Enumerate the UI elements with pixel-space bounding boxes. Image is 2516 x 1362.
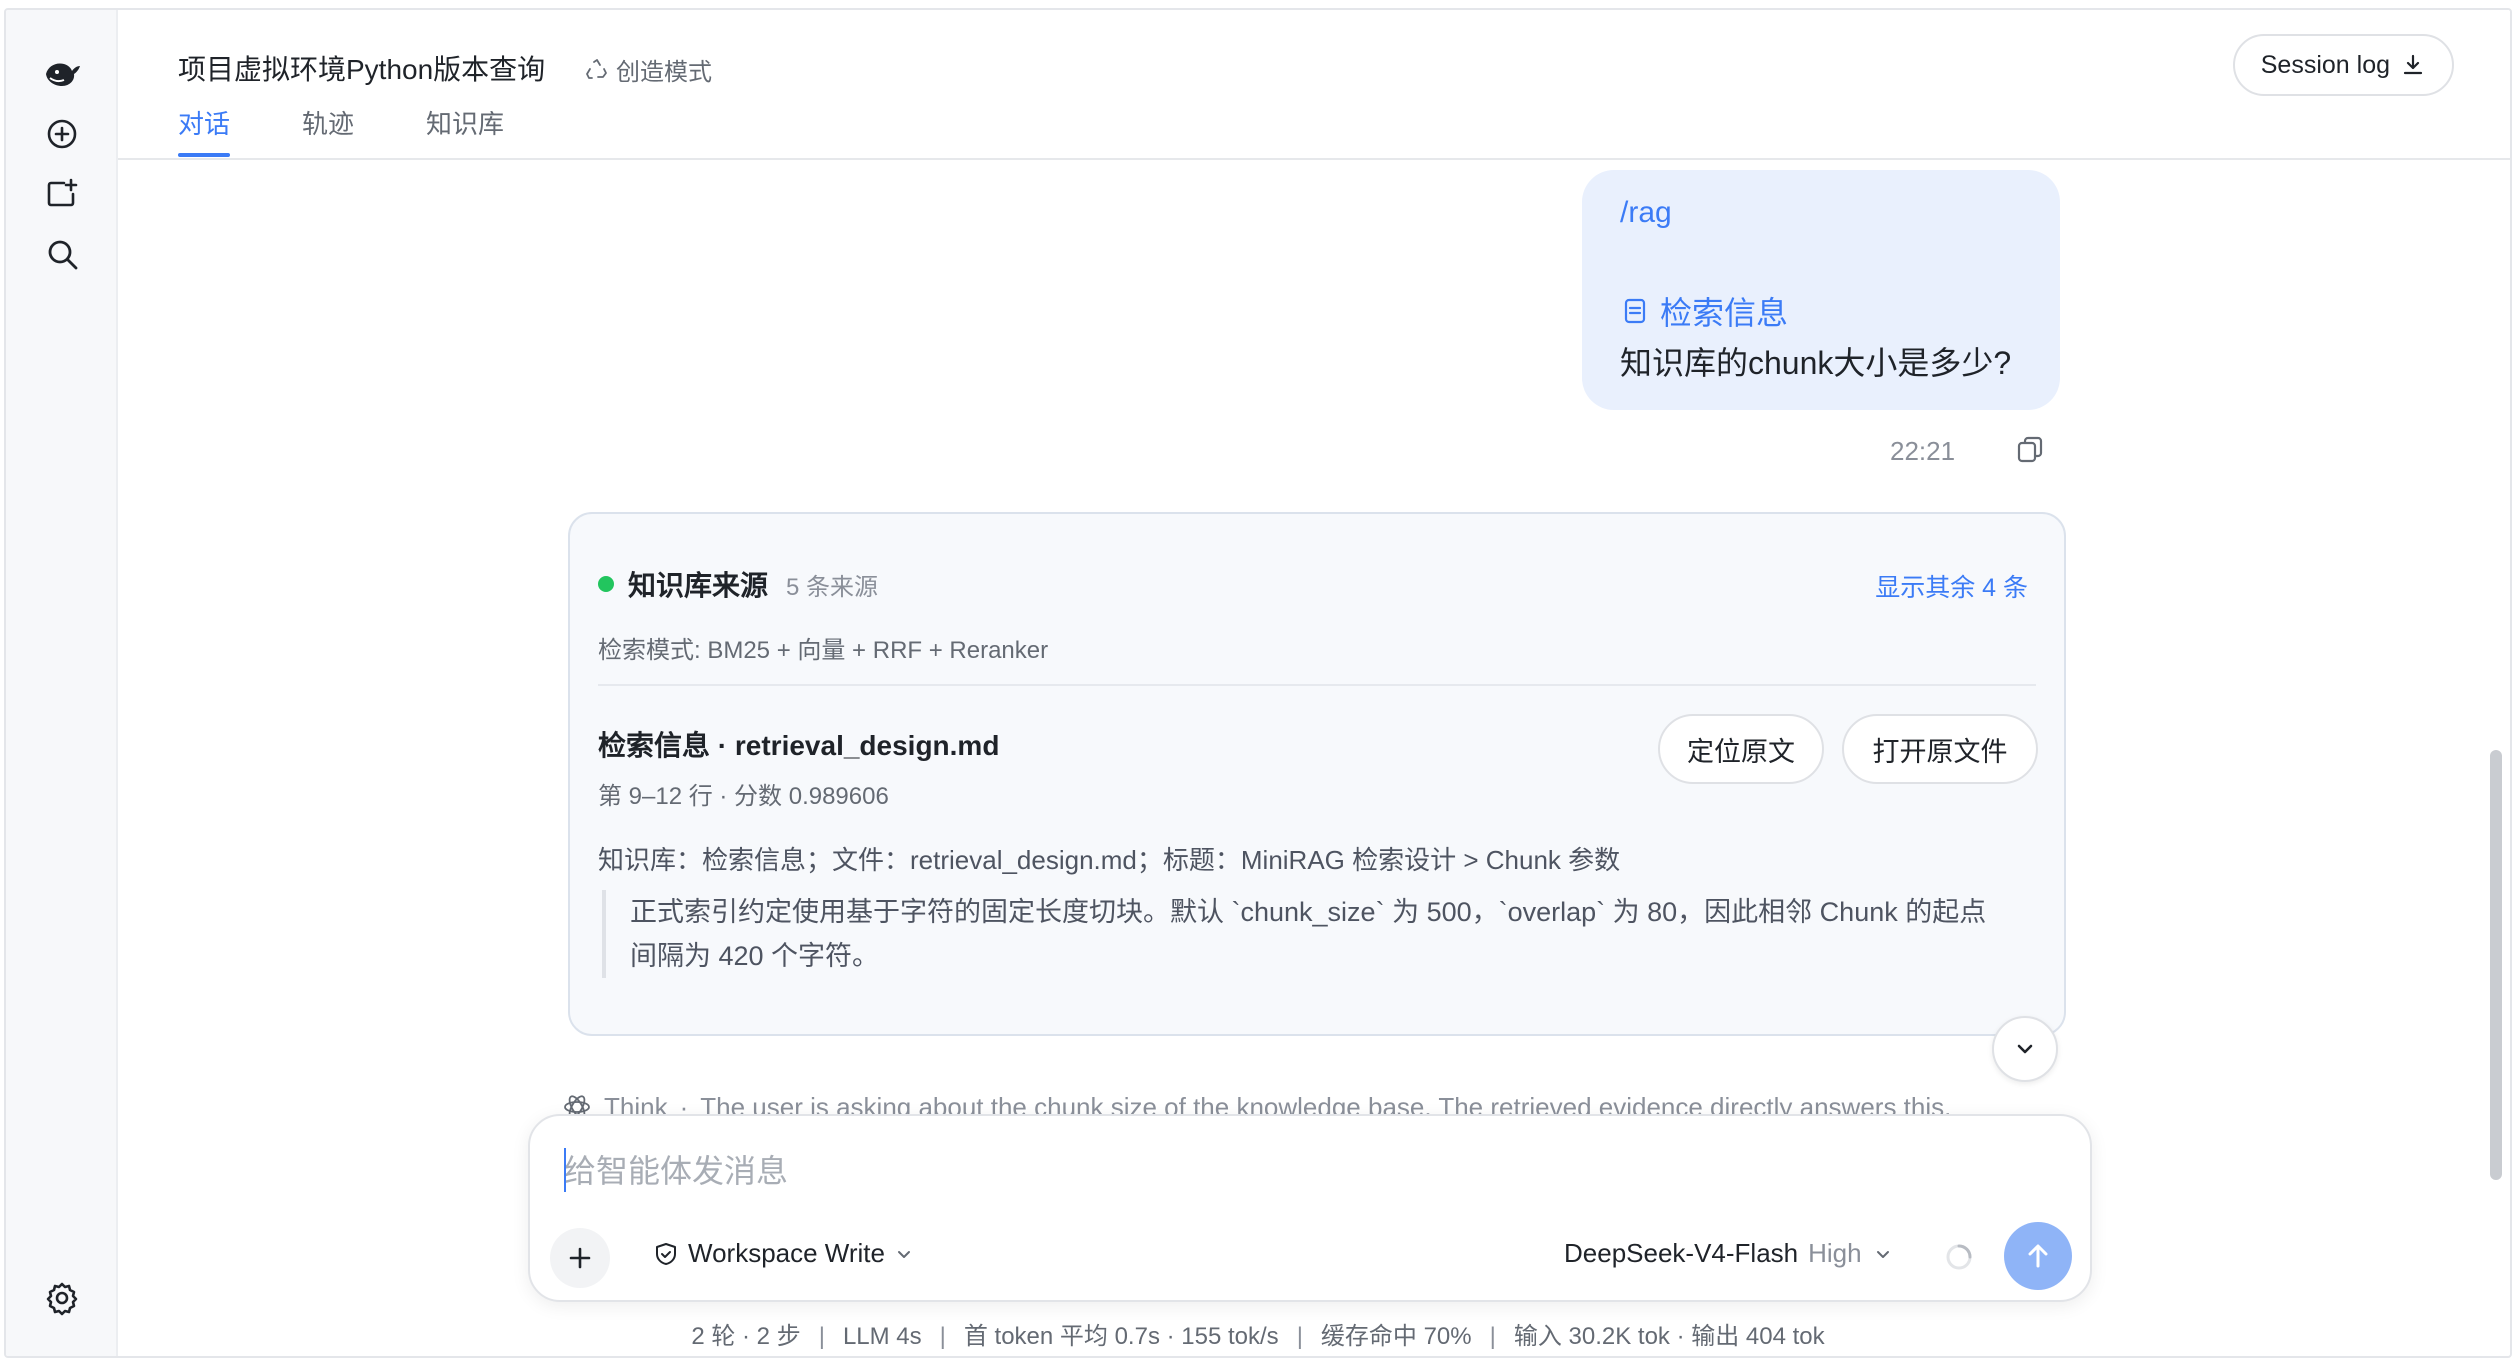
loading-spinner-icon — [1946, 1244, 1972, 1270]
mode-indicator: 创造模式 — [584, 52, 712, 87]
stats-bar: 2 轮 · 2 步 | LLM 4s | 首 token 平均 0.7s · 155 t… — [6, 1316, 2510, 1351]
copy-icon — [2017, 436, 2043, 463]
text-caret — [564, 1148, 566, 1192]
divider — [598, 684, 2036, 686]
scrollbar[interactable] — [2490, 750, 2502, 1180]
model-name: DeepSeek-V4-Flash — [1564, 1238, 1799, 1268]
stat-llm: LLM 4s — [842, 1323, 922, 1350]
stat-first-token: 首 token 平均 0.7s · 155 tok/s — [963, 1323, 1279, 1350]
message-input[interactable] — [564, 1146, 2044, 1196]
workspace-label: Workspace Write — [688, 1238, 885, 1268]
chevron-down-icon — [2017, 1044, 2033, 1054]
stat-separator: | — [1296, 1323, 1303, 1350]
stat-cache: 缓存命中 70% — [1320, 1323, 1472, 1350]
new-folder-icon[interactable] — [36, 168, 88, 220]
hit-meta: 第 9–12 行 · 分数 0.989606 — [598, 783, 889, 810]
chevron-down-icon — [897, 1250, 910, 1258]
arrow-up-icon — [2028, 1244, 2048, 1268]
new-folder-svg — [47, 178, 78, 207]
model-level: High — [1808, 1238, 1862, 1268]
sources-count: 5 条来源 — [786, 573, 879, 601]
knowledge-sources-card: 知识库来源 5 条来源 显示其余 4 条 检索模式: BM25 + 向量 + R… — [568, 512, 2066, 1036]
hit-title: 检索信息 · retrieval_design.md — [598, 730, 1000, 761]
mode-label: 创造模式 — [616, 59, 712, 86]
whale-logo-svg — [46, 63, 80, 86]
locate-source-button[interactable]: 定位原文 — [1658, 714, 1824, 784]
page-title: 项目虚拟环境Python版本查询 — [178, 54, 546, 85]
message-timestamp: 22:21 — [1890, 436, 1956, 466]
command-text: /rag — [1620, 196, 1672, 229]
quote-line: 间隔为 420 个字符。 — [630, 941, 880, 971]
tab-knowledge-base[interactable]: 知识库 — [426, 104, 504, 157]
sidebar — [6, 10, 118, 1356]
hit-quote: 正式索引约定使用基于字符的固定长度切块。默认 `chunk_size` 为 50… — [602, 890, 2042, 978]
tab-trajectory[interactable]: 轨迹 — [302, 104, 354, 157]
shield-icon — [656, 1242, 676, 1265]
new-chat-icon[interactable] — [36, 108, 88, 160]
whale-logo-icon[interactable] — [36, 48, 88, 100]
plus-icon — [569, 1247, 591, 1269]
settings-svg — [46, 1282, 78, 1316]
stat-separator: | — [1489, 1323, 1496, 1350]
kb-reference-label: 检索信息 — [1660, 295, 1789, 331]
session-log-label: Session log — [2260, 50, 2390, 79]
scroll-to-bottom-button[interactable] — [1992, 1016, 2058, 1082]
send-button[interactable] — [2004, 1222, 2072, 1290]
tab-chat[interactable]: 对话 — [178, 104, 231, 157]
status-dot — [598, 576, 614, 592]
workspace-permission-select[interactable]: Workspace Write — [652, 1238, 915, 1269]
sources-header: 知识库来源 5 条来源 — [598, 564, 878, 604]
show-more-link[interactable]: 显示其余 4 条 — [1875, 568, 2028, 604]
search-mode-text: 检索模式: BM25 + 向量 + RRF + Reranker — [598, 637, 1049, 664]
document-icon — [1624, 298, 1646, 324]
copy-button[interactable] — [2010, 430, 2050, 470]
download-icon — [2403, 54, 2423, 75]
quote-line: 正式索引约定使用基于字符的固定长度切块。默认 `chunk_size` 为 50… — [630, 897, 1987, 927]
kb-reference-chip[interactable]: 检索信息 — [1620, 288, 1788, 334]
stat-separator: | — [818, 1323, 825, 1350]
chevron-down-icon — [1876, 1250, 1889, 1258]
attach-button[interactable] — [550, 1228, 610, 1288]
hit-path: 知识库：检索信息；文件：retrieval_design.md；标题：MiniR… — [598, 845, 1621, 875]
sources-title: 知识库来源 — [628, 570, 769, 601]
stat-io: 输入 30.2K tok · 输出 404 tok — [1513, 1323, 1825, 1350]
new-chat-svg — [47, 119, 77, 149]
model-select[interactable]: DeepSeek-V4-Flash High — [1564, 1238, 1894, 1269]
user-message-bubble: /rag 检索信息 知识库的chunk大小是多少? — [1582, 170, 2060, 410]
search-svg — [48, 240, 78, 270]
header: 项目虚拟环境Python版本查询 创造模式 对话 轨迹 知识库 Session … — [118, 10, 2510, 160]
open-file-button[interactable]: 打开原文件 — [1842, 714, 2038, 784]
user-question: 知识库的chunk大小是多少? — [1620, 345, 2012, 381]
app-window: 项目虚拟环境Python版本查询 创造模式 对话 轨迹 知识库 Session … — [4, 8, 2512, 1358]
stat-turns: 2 轮 · 2 步 — [691, 1323, 801, 1350]
session-log-button[interactable]: Session log — [2232, 34, 2454, 96]
tab-bar: 对话 轨迹 知识库 — [178, 104, 504, 157]
composer: Workspace Write DeepSeek-V4-Flash High — [528, 1114, 2092, 1302]
search-icon[interactable] — [36, 228, 88, 280]
recycle-icon — [586, 58, 607, 79]
stat-separator: | — [939, 1323, 946, 1350]
